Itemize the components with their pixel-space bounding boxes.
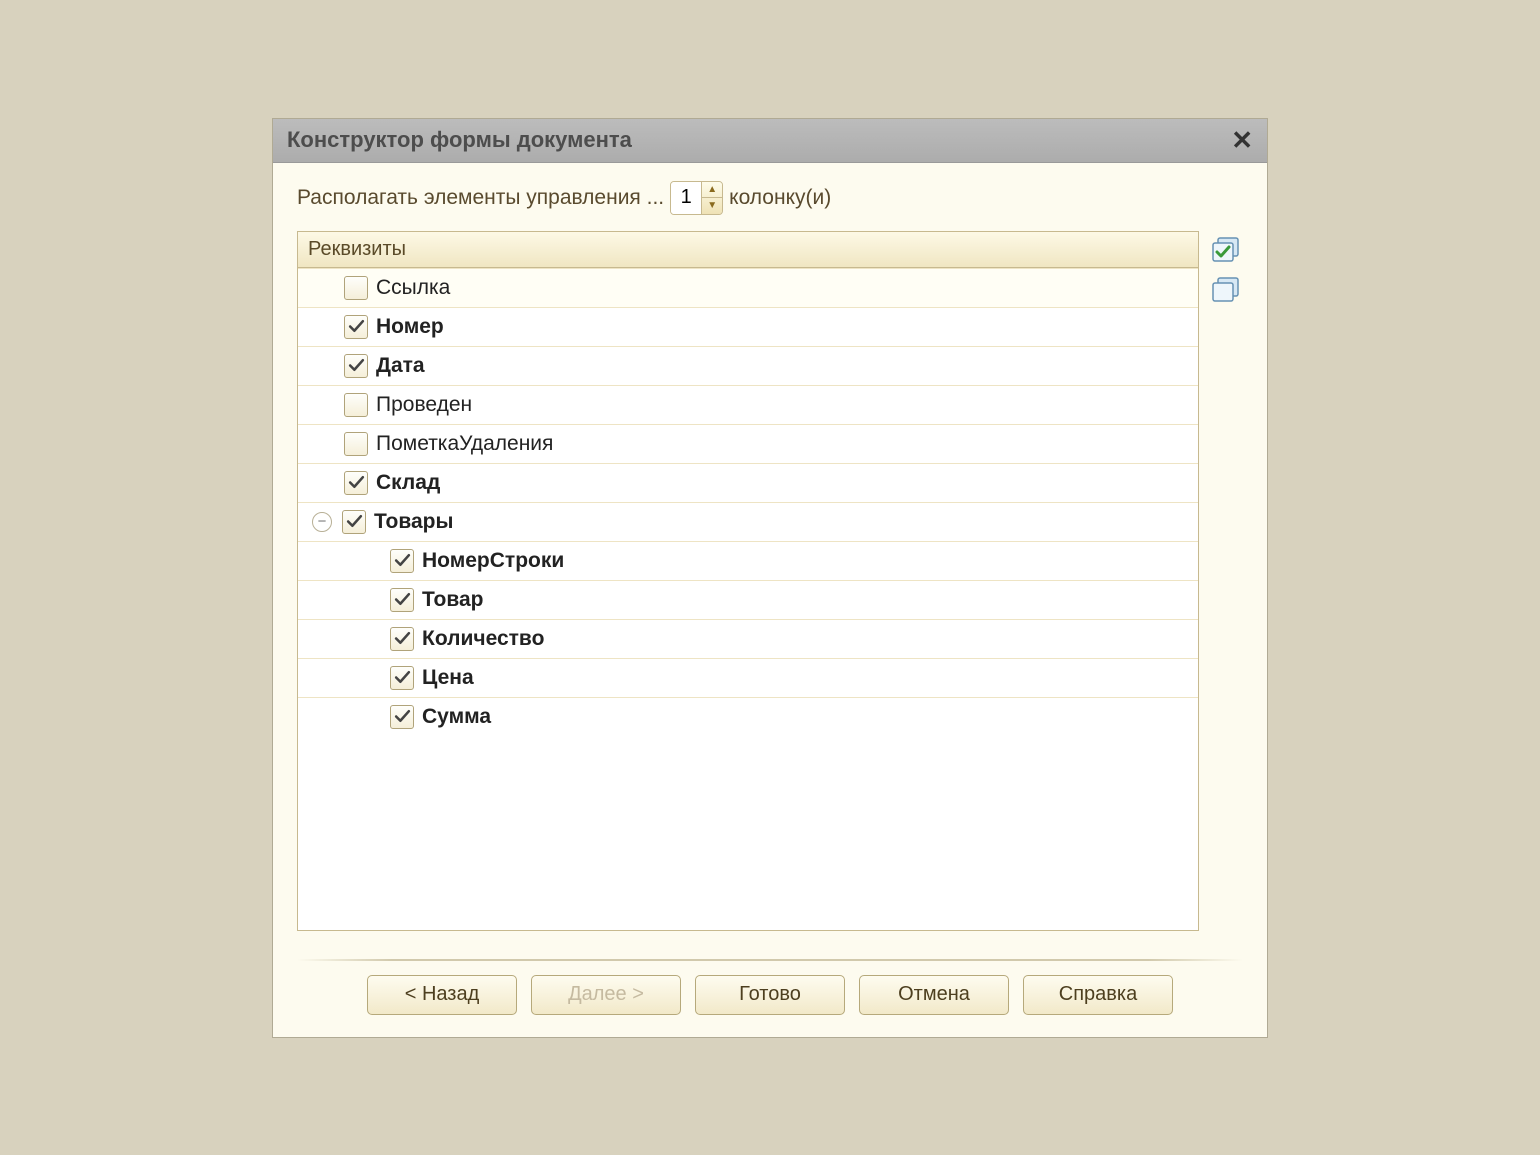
tree-row[interactable]: Номер bbox=[298, 307, 1198, 346]
tree-item-label: Дата bbox=[376, 354, 425, 378]
help-button[interactable]: Справка bbox=[1023, 975, 1173, 1015]
uncheck-all-icon[interactable] bbox=[1209, 275, 1243, 305]
checkbox[interactable] bbox=[342, 510, 366, 534]
checkbox[interactable] bbox=[390, 588, 414, 612]
done-button[interactable]: Готово bbox=[695, 975, 845, 1015]
titlebar: Конструктор формы документа ✕ bbox=[273, 119, 1267, 163]
checkbox[interactable] bbox=[344, 393, 368, 417]
tree-item-label: Товар bbox=[422, 588, 483, 612]
tree-row[interactable]: Количество bbox=[298, 619, 1198, 658]
checkbox[interactable] bbox=[390, 549, 414, 573]
tree-item-label: Номер bbox=[376, 315, 444, 339]
dialog: Конструктор формы документа ✕ Располагат… bbox=[272, 118, 1268, 1038]
collapse-icon[interactable]: − bbox=[312, 512, 332, 532]
spinner-buttons: ▲ ▼ bbox=[701, 182, 722, 214]
tree-row[interactable]: Сумма bbox=[298, 697, 1198, 736]
checkbox[interactable] bbox=[390, 627, 414, 651]
tree-row[interactable]: Товар bbox=[298, 580, 1198, 619]
close-icon[interactable]: ✕ bbox=[1227, 125, 1257, 156]
cancel-button[interactable]: Отмена bbox=[859, 975, 1009, 1015]
tree-row[interactable]: НомерСтроки bbox=[298, 541, 1198, 580]
tree-item-label: ПометкаУдаления bbox=[376, 432, 553, 456]
tree-row[interactable]: Ссылка bbox=[298, 268, 1198, 307]
tree-header: Реквизиты bbox=[298, 232, 1198, 268]
tree-row[interactable]: Проведен bbox=[298, 385, 1198, 424]
checkbox[interactable] bbox=[344, 471, 368, 495]
columns-label-after: колонку(и) bbox=[729, 186, 831, 210]
tree-row[interactable]: ПометкаУдаления bbox=[298, 424, 1198, 463]
tree-item-label: Цена bbox=[422, 666, 474, 690]
next-button[interactable]: Далее > bbox=[531, 975, 681, 1015]
tree-item-label: Количество bbox=[422, 627, 544, 651]
tree-item-label: НомерСтроки bbox=[422, 549, 564, 573]
checkbox[interactable] bbox=[344, 276, 368, 300]
divider bbox=[297, 959, 1243, 961]
checkbox[interactable] bbox=[344, 315, 368, 339]
checkbox[interactable] bbox=[344, 432, 368, 456]
checkbox[interactable] bbox=[344, 354, 368, 378]
tree-row[interactable]: Склад bbox=[298, 463, 1198, 502]
check-all-icon[interactable] bbox=[1209, 235, 1243, 265]
columns-row: Располагать элементы управления ... ▲ ▼ … bbox=[297, 181, 1243, 215]
tree-item-label: Товары bbox=[374, 510, 453, 534]
spinner-up-icon[interactable]: ▲ bbox=[702, 182, 722, 198]
side-buttons bbox=[1209, 231, 1243, 931]
tree-item-label: Сумма bbox=[422, 705, 491, 729]
tree-row[interactable]: Цена bbox=[298, 658, 1198, 697]
back-button[interactable]: < Назад bbox=[367, 975, 517, 1015]
tree-item-label: Проведен bbox=[376, 393, 472, 417]
footer: < Назад Далее > Готово Отмена Справка bbox=[297, 975, 1243, 1037]
checkbox[interactable] bbox=[390, 666, 414, 690]
columns-spinner[interactable]: ▲ ▼ bbox=[670, 181, 723, 215]
tree-item-label: Склад bbox=[376, 471, 440, 495]
checkbox[interactable] bbox=[390, 705, 414, 729]
tree-item-label: Ссылка bbox=[376, 276, 450, 300]
spinner-down-icon[interactable]: ▼ bbox=[702, 198, 722, 214]
dialog-title: Конструктор формы документа bbox=[287, 127, 632, 153]
columns-input[interactable] bbox=[671, 182, 701, 214]
tree-row[interactable]: − Товары bbox=[298, 502, 1198, 541]
columns-label-before: Располагать элементы управления ... bbox=[297, 186, 664, 210]
attributes-tree[interactable]: Реквизиты Ссылка Номер Дата Проведен Пометка… bbox=[297, 231, 1199, 931]
tree-row[interactable]: Дата bbox=[298, 346, 1198, 385]
